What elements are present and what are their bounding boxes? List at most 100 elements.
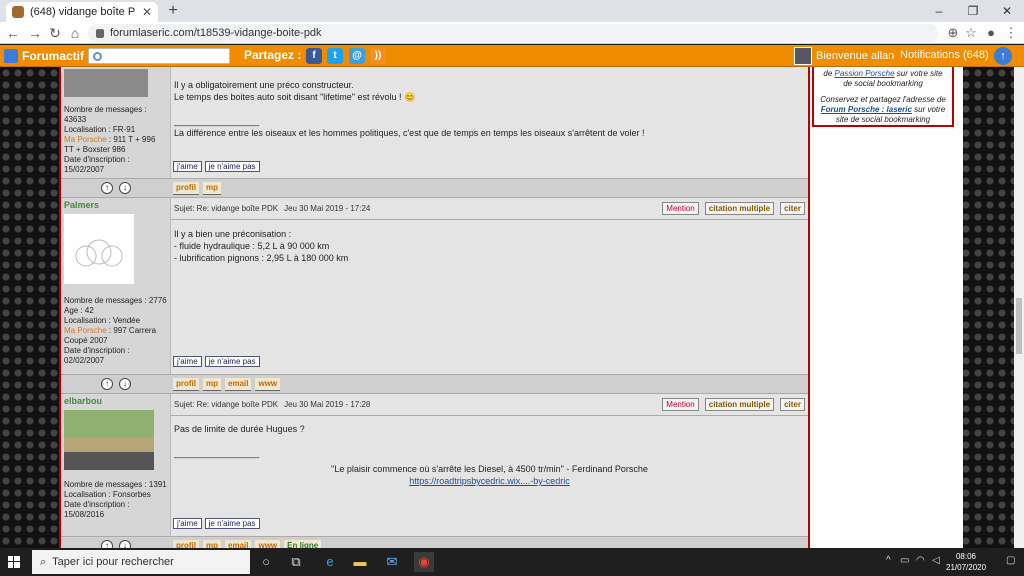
scroll-top-icon[interactable]: ↑ [994, 47, 1012, 65]
post-author-column: Nombre de messages : 43633 Localisation … [61, 67, 171, 178]
task-view-icon[interactable]: ⧉ [286, 552, 306, 572]
multi-quote-button[interactable]: citation multiple [704, 398, 775, 411]
pm-button[interactable]: mp [203, 182, 221, 195]
like-button[interactable]: j'aime [173, 161, 202, 172]
dislike-button[interactable]: je n'aime pas [204, 518, 260, 529]
post-subject[interactable]: Sujet: Re: vidange boîte PDK [174, 204, 278, 213]
welcome-user[interactable]: Bienvenue allan [794, 47, 894, 65]
taskbar-clock[interactable]: 08:06 21/07/2020 [946, 551, 986, 573]
multi-quote-button[interactable]: citation multiple [704, 202, 775, 215]
bookmark-star-icon[interactable]: ☆ [962, 24, 980, 42]
volume-icon[interactable]: ◁ [932, 555, 940, 566]
clock-date: 21/07/2020 [946, 563, 987, 572]
post-header: Sujet: Re: vidange boîte PDK Jeu 30 Mai … [171, 198, 808, 220]
rss-icon[interactable]: )) [370, 48, 386, 64]
browser-tab-bar: (648) vidange boîte PDK ✕ + – ❐ ✕ [0, 0, 1024, 22]
email-button[interactable]: email [225, 540, 252, 548]
author-name[interactable]: Palmers [64, 200, 167, 210]
chrome-icon[interactable]: ◉ [414, 552, 434, 572]
forumactif-logo[interactable]: Forumactif [4, 48, 84, 64]
like-button[interactable]: j'aime [173, 356, 202, 367]
email-share-icon[interactable]: @ [349, 48, 365, 64]
post-subject[interactable]: Sujet: Re: vidange boîte PDK [174, 400, 278, 409]
back-icon[interactable]: ← [4, 24, 22, 42]
reload-icon[interactable]: ↻ [46, 24, 64, 42]
bookmark-line-1: de Passion Porsche sur votre site de soc… [823, 69, 943, 88]
posts-column: Nombre de messages : 43633 Localisation … [59, 67, 810, 548]
edge-icon[interactable]: e [320, 552, 340, 572]
like-button[interactable]: j'aime [173, 518, 202, 529]
author-location: Localisation : Fonsorbes [64, 490, 151, 499]
like-buttons: j'aime je n'aime pas [173, 161, 260, 172]
restore-icon[interactable]: ❐ [956, 0, 990, 22]
website-button[interactable]: www [255, 378, 281, 391]
minimize-icon[interactable]: – [922, 0, 956, 22]
forum-porsche-link[interactable]: Forum Porsche : laseric [821, 105, 912, 114]
url-field[interactable]: forumlaseric.com/t18539-vidange-boite-pd… [88, 24, 938, 42]
author-porsche: Ma Porsche : 997 Carrera Coupé 2007 [64, 326, 157, 345]
menu-dots-icon[interactable]: ⋮ [1002, 24, 1020, 42]
post: Palmers Nombre de messages : 2776 Age : … [61, 198, 808, 374]
forum-search-input[interactable] [88, 48, 230, 64]
arrow-down-icon[interactable]: ↓ [119, 378, 131, 390]
taskbar-search[interactable]: ⌕ Taper ici pour rechercher [32, 550, 250, 574]
post-body: Il y a obligatoirement une préco constru… [171, 67, 808, 178]
profile-button[interactable]: profil [173, 182, 199, 195]
file-explorer-icon[interactable]: ▬ [350, 552, 370, 572]
author-name[interactable]: elbarbou [64, 396, 167, 406]
signature-link[interactable]: https://roadtripsbycedric.wix....-by-ced… [174, 475, 805, 487]
wifi-icon[interactable]: ◠ [916, 555, 925, 566]
post-actions-row: ↑ ↓ profil mp email www En ligne [61, 536, 808, 548]
close-tab-icon[interactable]: ✕ [142, 5, 152, 19]
cortana-icon[interactable]: ○ [256, 552, 276, 572]
post-body: Sujet: Re: vidange boîte PDK Jeu 30 Mai … [171, 394, 808, 536]
pm-button[interactable]: mp [203, 540, 221, 548]
email-button[interactable]: email [225, 378, 252, 391]
twitter-icon[interactable]: t [327, 48, 343, 64]
share-label: Partagez : [244, 48, 302, 62]
page-scrollbar[interactable] [1014, 67, 1024, 548]
zoom-icon[interactable]: ⊕ [944, 24, 962, 42]
arrow-up-icon[interactable]: ↑ [101, 540, 113, 548]
passion-porsche-link[interactable]: Passion Porsche [835, 69, 895, 78]
like-buttons: j'aime je n'aime pas [173, 356, 260, 367]
close-window-icon[interactable]: ✕ [990, 0, 1024, 22]
tray-chevron-icon[interactable]: ^ [886, 555, 891, 566]
arrow-up-icon[interactable]: ↑ [101, 182, 113, 194]
home-icon[interactable]: ⌂ [66, 24, 84, 42]
dislike-button[interactable]: je n'aime pas [204, 356, 260, 367]
windows-taskbar: ⌕ Taper ici pour rechercher ○ ⧉ e ▬ ✉ ◉ … [0, 548, 1024, 576]
profile-icon[interactable]: ● [982, 24, 1000, 42]
profile-button[interactable]: profil [173, 378, 199, 391]
sidebar: de Passion Porsche sur votre site de soc… [810, 67, 963, 548]
mention-button[interactable]: Mention [662, 398, 699, 411]
author-age: Age : 42 [64, 306, 94, 315]
bookmark-line-2: Conservez et partagez l'adresse de Forum… [820, 95, 946, 124]
user-avatar [794, 47, 812, 65]
dislike-button[interactable]: je n'aime pas [204, 161, 260, 172]
network-icon[interactable]: ▭ [900, 555, 909, 566]
arrow-down-icon[interactable]: ↓ [119, 182, 131, 194]
like-buttons: j'aime je n'aime pas [173, 518, 260, 529]
mention-button[interactable]: Mention [662, 202, 699, 215]
mail-icon[interactable]: ✉ [382, 552, 402, 572]
quote-button[interactable]: citer [780, 398, 805, 411]
facebook-icon[interactable]: f [306, 48, 322, 64]
windows-start-icon[interactable] [8, 556, 20, 568]
notifications-center-icon[interactable]: ▢ [1006, 555, 1015, 566]
browser-tab[interactable]: (648) vidange boîte PDK ✕ [6, 2, 158, 22]
arrow-down-icon[interactable]: ↓ [119, 540, 131, 548]
profile-button[interactable]: profil [173, 540, 199, 548]
post-author-column: Palmers Nombre de messages : 2776 Age : … [61, 198, 171, 374]
notifications-link[interactable]: Notifications (648) [900, 49, 989, 61]
website-button[interactable]: www [255, 540, 281, 548]
post-author-column: elbarbou Nombre de messages : 1391 Local… [61, 394, 171, 536]
author-location: Localisation : Vendée [64, 316, 141, 325]
post-date: Jeu 30 Mai 2019 - 17:28 [284, 400, 371, 409]
arrow-up-icon[interactable]: ↑ [101, 378, 113, 390]
forward-icon[interactable]: → [26, 24, 44, 42]
scrollbar-thumb[interactable] [1016, 298, 1022, 354]
quote-button[interactable]: citer [780, 202, 805, 215]
pm-button[interactable]: mp [203, 378, 221, 391]
new-tab-button[interactable]: + [164, 2, 182, 20]
